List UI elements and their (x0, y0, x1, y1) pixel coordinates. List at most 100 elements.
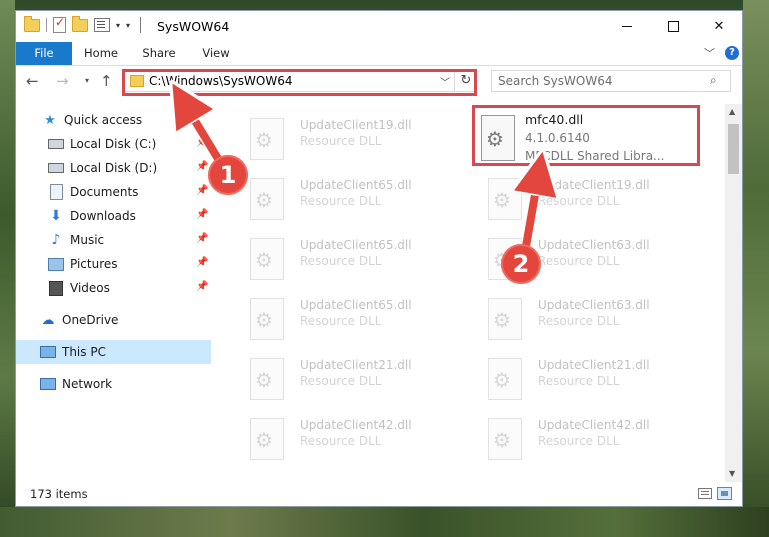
sidebar-item-label: Network (62, 377, 113, 391)
back-arrow-icon[interactable]: ← (26, 72, 39, 90)
forward-arrow-icon[interactable]: → (56, 72, 69, 90)
file-item[interactable]: UpdateClient21.dll Resource DLL (236, 350, 456, 406)
minimize-button[interactable] (604, 11, 650, 41)
sidebar-item-documents[interactable]: Documents 📌 (16, 180, 211, 204)
ribbon-tabs: File Home Share View ﹀ ? (16, 42, 742, 66)
pin-icon[interactable]: 📌 (196, 257, 208, 268)
star-icon: ★ (44, 112, 56, 128)
pin-icon[interactable]: 📌 (196, 233, 208, 244)
help-icon[interactable]: ? (725, 46, 739, 60)
expand-ribbon-icon[interactable]: ﹀ (704, 45, 715, 61)
tab-share[interactable]: Share (134, 42, 184, 65)
sidebar-item-label: OneDrive (62, 313, 119, 327)
video-icon (48, 280, 64, 296)
scroll-up-icon[interactable]: ▲ (729, 107, 735, 116)
tiles-view-icon[interactable] (717, 487, 732, 500)
sidebar-item-videos[interactable]: Videos 📌 (16, 276, 211, 300)
file-name: UpdateClient65.dll (300, 238, 412, 252)
recent-locations-icon[interactable]: ▾ (85, 76, 89, 85)
file-type: Resource DLL (538, 434, 620, 448)
search-icon[interactable]: ⌕ (710, 73, 717, 88)
pin-icon[interactable]: 📌 (196, 161, 208, 172)
toolbar-separator (46, 18, 47, 32)
desktop-background-left (0, 0, 15, 537)
file-type: Resource DLL (300, 434, 382, 448)
file-name: UpdateClient65.dll (300, 298, 412, 312)
sidebar-item-downloads[interactable]: ⬇ Downloads 📌 (16, 204, 211, 228)
close-icon: ✕ (713, 18, 725, 34)
desktop-background-right (743, 0, 769, 537)
sidebar-item-music[interactable]: ♪ Music 📌 (16, 228, 211, 252)
file-name: UpdateClient21.dll (538, 358, 650, 372)
file-type: Resource DLL (538, 374, 620, 388)
maximize-icon (667, 20, 679, 32)
file-item[interactable]: UpdateClient19.dll Resource DLL (474, 170, 694, 226)
up-arrow-icon[interactable]: ↑ (100, 72, 113, 90)
tab-file[interactable]: File (16, 42, 72, 65)
file-name: UpdateClient42.dll (300, 418, 412, 432)
vertical-scrollbar[interactable]: ▲ ▼ (725, 104, 742, 482)
window-title: SysWOW64 (157, 19, 230, 34)
file-item[interactable]: UpdateClient21.dll Resource DLL (474, 350, 694, 406)
sidebar-item-local-disk-d[interactable]: Local Disk (D:) 📌 (16, 156, 211, 180)
pin-icon[interactable]: 📌 (196, 209, 208, 220)
properties-list-icon[interactable] (94, 18, 110, 32)
file-type: Resource DLL (538, 314, 620, 328)
minimize-icon (622, 25, 632, 27)
item-count: 173 items (30, 487, 88, 501)
file-item[interactable]: UpdateClient65.dll Resource DLL (236, 290, 456, 346)
file-name: UpdateClient42.dll (538, 418, 650, 432)
sidebar-item-local-disk-c[interactable]: Local Disk (C:) 📌 (16, 132, 211, 156)
cloud-icon: ☁ (41, 312, 55, 328)
scrollbar-thumb[interactable] (728, 124, 739, 174)
sidebar-item-quick-access[interactable]: ★ Quick access (16, 108, 211, 132)
title-bar: ▾ ▾ SysWOW64 ✕ (16, 11, 742, 42)
file-type: Resource DLL (300, 194, 382, 208)
file-item[interactable]: UpdateClient65.dll Resource DLL (236, 170, 456, 226)
details-view-icon[interactable] (698, 488, 712, 499)
maximize-button[interactable] (650, 11, 696, 41)
tab-view[interactable]: View (193, 42, 239, 65)
file-type: Resource DLL (300, 254, 382, 268)
new-folder-icon[interactable] (72, 15, 88, 32)
sidebar-item-network[interactable]: Network (16, 372, 211, 396)
close-button[interactable]: ✕ (696, 11, 742, 41)
sidebar-item-label: Pictures (70, 257, 118, 271)
properties-check-icon[interactable] (53, 15, 66, 33)
file-item[interactable]: UpdateClient65.dll Resource DLL (236, 230, 456, 286)
file-highlight-box (472, 105, 700, 166)
dll-file-icon (250, 298, 284, 340)
file-item[interactable]: UpdateClient19.dll Resource DLL (236, 110, 456, 166)
file-item[interactable]: UpdateClient42.dll Resource DLL (236, 410, 456, 466)
sidebar-item-label: Videos (70, 281, 110, 295)
qat-dropdown-icon[interactable]: ▾ (116, 21, 120, 30)
title-separator (140, 17, 142, 33)
sidebar-item-pictures[interactable]: Pictures 📌 (16, 252, 211, 276)
sidebar-item-label: This PC (62, 345, 106, 359)
file-name: UpdateClient19.dll (538, 178, 650, 192)
dll-file-icon (250, 418, 284, 460)
pin-icon[interactable]: 📌 (196, 185, 208, 196)
sidebar-item-onedrive[interactable]: ☁ OneDrive (16, 308, 211, 332)
sidebar-item-label: Local Disk (D:) (70, 161, 158, 175)
navigation-pane: ★ Quick access Local Disk (C:) 📌 Local D… (16, 104, 211, 474)
sidebar-item-this-pc[interactable]: This PC (16, 340, 211, 364)
dll-file-icon (488, 418, 522, 460)
folder-icon (24, 15, 40, 32)
step-badge-2: 2 (501, 244, 541, 284)
customize-qat-icon[interactable]: ▾ (126, 21, 130, 30)
music-icon: ♪ (51, 232, 61, 248)
pictures-icon (48, 256, 64, 272)
tab-home[interactable]: Home (76, 42, 126, 65)
file-item[interactable]: UpdateClient63.dll Resource DLL (474, 290, 694, 346)
search-placeholder: Search SysWOW64 (498, 74, 613, 88)
scroll-down-icon[interactable]: ▼ (729, 469, 735, 478)
file-name: UpdateClient65.dll (300, 178, 412, 192)
pin-icon[interactable]: 📌 (196, 281, 208, 292)
search-input[interactable]: Search SysWOW64 ⌕ (491, 70, 731, 92)
disk-icon (48, 136, 64, 152)
file-item[interactable]: UpdateClient42.dll Resource DLL (474, 410, 694, 466)
step-badge-1: 1 (208, 155, 248, 195)
file-type: Resource DLL (538, 254, 620, 268)
pin-icon[interactable]: 📌 (196, 137, 208, 148)
